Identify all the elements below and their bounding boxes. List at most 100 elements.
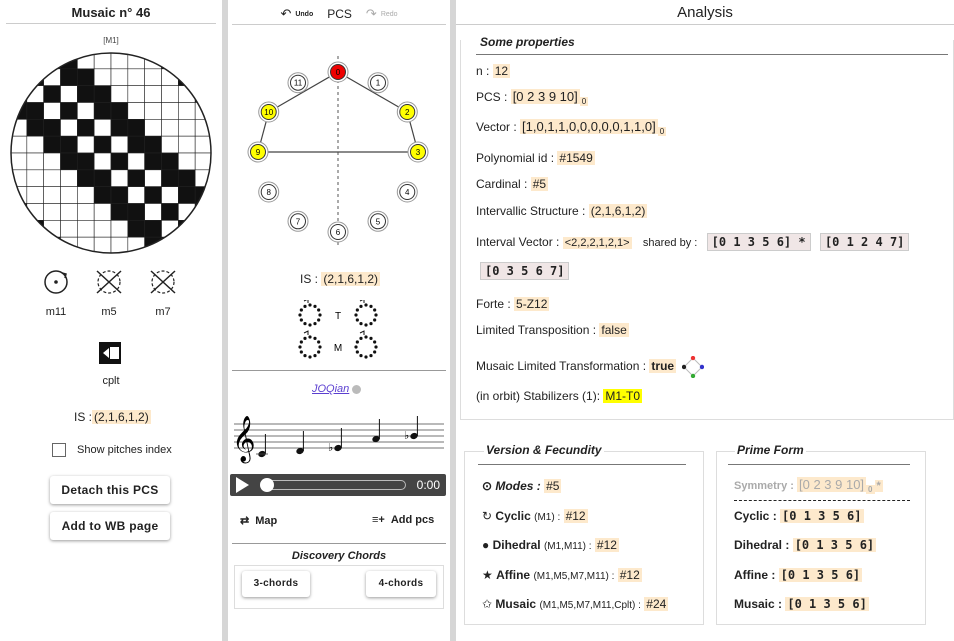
shared-pcs-2[interactable]: [0 1 2 4 7] bbox=[819, 233, 910, 251]
add-pcs-button[interactable]: ≡+ Add pcs bbox=[372, 514, 434, 526]
mosaic-cell bbox=[110, 186, 129, 204]
mosaic-cell bbox=[127, 68, 145, 86]
diamond-symmetry-icon[interactable] bbox=[682, 355, 705, 379]
pitch-class-label: 5 bbox=[376, 217, 381, 226]
undo-button[interactable]: Undo bbox=[295, 11, 313, 18]
dial-dot bbox=[299, 350, 303, 354]
pf-musaic-value[interactable]: [0 1 3 5 6] bbox=[785, 597, 869, 611]
four-chords-button[interactable]: 4-chords bbox=[366, 571, 436, 597]
musaic-value[interactable]: #24 bbox=[644, 597, 669, 611]
pf-cyclic-value[interactable]: [0 1 3 5 6] bbox=[780, 509, 864, 523]
pf-affine-value[interactable]: [0 1 3 5 6] bbox=[778, 568, 863, 582]
shared-pcs-3[interactable]: [0 3 5 6 7] bbox=[480, 262, 570, 280]
detach-pcs-button[interactable]: Detach this PCS bbox=[50, 476, 170, 504]
mosaic-cell bbox=[60, 102, 78, 120]
add-pcs-label: Add pcs bbox=[390, 514, 435, 526]
three-chords-button[interactable]: 3-chords bbox=[242, 571, 310, 597]
mosaic-cell bbox=[77, 119, 95, 137]
interval-vector-value: <2,2,2,1,2,1> bbox=[562, 237, 632, 249]
stabilizer-value[interactable]: M1-T0 bbox=[603, 389, 643, 403]
progress-thumb[interactable] bbox=[260, 478, 274, 492]
is-label: IS : bbox=[74, 410, 93, 424]
mosaic-cell bbox=[127, 85, 145, 103]
dial-dot bbox=[374, 345, 378, 349]
pitch-class-label: 2 bbox=[405, 108, 410, 117]
limited-transposition-row: Limited Transposition : false bbox=[476, 323, 629, 337]
flat-icon: ♭ bbox=[404, 429, 409, 442]
add-wb-button[interactable]: Add to WB page bbox=[50, 512, 170, 540]
mosaic-cell bbox=[144, 135, 162, 154]
mosaic-cell bbox=[60, 203, 78, 221]
pf-dihedral-row: Dihedral : [0 1 3 5 6] bbox=[734, 538, 877, 552]
cyclic-value[interactable]: #12 bbox=[563, 509, 588, 523]
mosaic-cell bbox=[178, 220, 196, 238]
dihedral-value[interactable]: #12 bbox=[594, 538, 619, 552]
modes-value[interactable]: #5 bbox=[544, 479, 562, 493]
m11-transform[interactable]: m11 bbox=[42, 268, 70, 318]
transform-dials[interactable]: T M bbox=[298, 300, 378, 366]
mosaic-cell bbox=[161, 119, 179, 137]
vector-row: Vector : [1,0,1,1,0,0,0,0,0,1,1,0] 0 bbox=[476, 119, 667, 137]
show-pitches-checkbox[interactable] bbox=[52, 443, 66, 457]
pitch-class-label: 3 bbox=[416, 148, 421, 157]
pf-dihedral-value[interactable]: [0 1 3 5 6] bbox=[792, 538, 877, 552]
info-icon[interactable] bbox=[352, 384, 362, 394]
dial-dot bbox=[369, 304, 373, 308]
dial-dot bbox=[355, 308, 359, 312]
analysis-panel: Analysis Some properties n : 12 PCS : [0… bbox=[456, 0, 954, 641]
map-button[interactable]: ⇄ Map bbox=[240, 514, 277, 528]
mosaic-cell bbox=[194, 85, 211, 103]
polynomial-value: #1549 bbox=[557, 151, 595, 165]
mosaic-cell bbox=[43, 186, 61, 204]
shared-pcs-1[interactable]: [0 1 3 5 6] * bbox=[706, 233, 811, 251]
mosaic-cell bbox=[93, 220, 112, 238]
dial-dot bbox=[355, 350, 359, 354]
cardinal-value: #5 bbox=[530, 177, 549, 191]
pcs-clock[interactable]: 0 1 2 3 4 5 6 7 8 9 10 11 bbox=[238, 40, 438, 250]
pitch-class-label: 0 bbox=[336, 68, 341, 77]
redo-button[interactable]: Redo bbox=[381, 11, 398, 18]
cplt-button[interactable] bbox=[99, 342, 121, 369]
cplt-label: cplt bbox=[102, 375, 120, 387]
middle-is-value: (2,1,6,1,2) bbox=[321, 272, 381, 286]
mosaic-cell bbox=[127, 186, 145, 204]
musaic-panel: Musaic n° 46 [M1] m11 m5 m7 cplt IS : (2,… bbox=[0, 0, 222, 641]
progress-bar[interactable] bbox=[262, 480, 406, 490]
mosaic-cell bbox=[43, 169, 61, 187]
middle-is-row: IS : (2,1,6,1,2) bbox=[300, 272, 381, 286]
play-icon[interactable] bbox=[236, 477, 249, 493]
mosaic-cell bbox=[43, 119, 61, 137]
m5-transform[interactable]: m5 bbox=[94, 268, 124, 318]
dial-dot bbox=[364, 335, 368, 339]
mosaic-cell bbox=[11, 236, 28, 253]
mosaic-cell bbox=[11, 220, 28, 238]
mosaic-cell bbox=[144, 85, 162, 103]
mosaic-cell bbox=[194, 236, 211, 253]
mosaic-cell bbox=[43, 203, 61, 221]
m7-transform[interactable]: m7 bbox=[148, 268, 178, 318]
mosaic-cell bbox=[144, 186, 162, 204]
mosaic-cell bbox=[93, 102, 112, 120]
mosaic-cell bbox=[178, 135, 196, 154]
affine-value[interactable]: #12 bbox=[617, 568, 642, 582]
mosaic-cell bbox=[43, 135, 61, 154]
show-pitches-row: Show pitches index bbox=[52, 443, 172, 457]
mosaic-cell bbox=[11, 53, 28, 70]
dial-dot bbox=[303, 322, 307, 326]
composer-link[interactable]: JOQian bbox=[312, 383, 349, 395]
mosaic-cell bbox=[161, 135, 179, 154]
dial-dot bbox=[369, 336, 373, 340]
mosaic-cell bbox=[161, 186, 179, 204]
dial-dot bbox=[359, 354, 363, 358]
mosaic-grid[interactable] bbox=[10, 52, 212, 254]
mosaic-cell bbox=[60, 220, 78, 238]
mosaic-cell bbox=[43, 152, 61, 171]
mosaic-cell bbox=[77, 152, 95, 171]
mosaic-cell bbox=[110, 203, 129, 221]
undo-icon[interactable]: ↶ bbox=[280, 6, 291, 22]
dial-dot bbox=[373, 318, 377, 322]
dial-dot bbox=[303, 354, 307, 358]
is-value: (2,1,6,1,2) bbox=[92, 410, 151, 424]
redo-icon[interactable]: ↷ bbox=[366, 6, 377, 22]
pitch-class-label: 4 bbox=[405, 188, 410, 197]
